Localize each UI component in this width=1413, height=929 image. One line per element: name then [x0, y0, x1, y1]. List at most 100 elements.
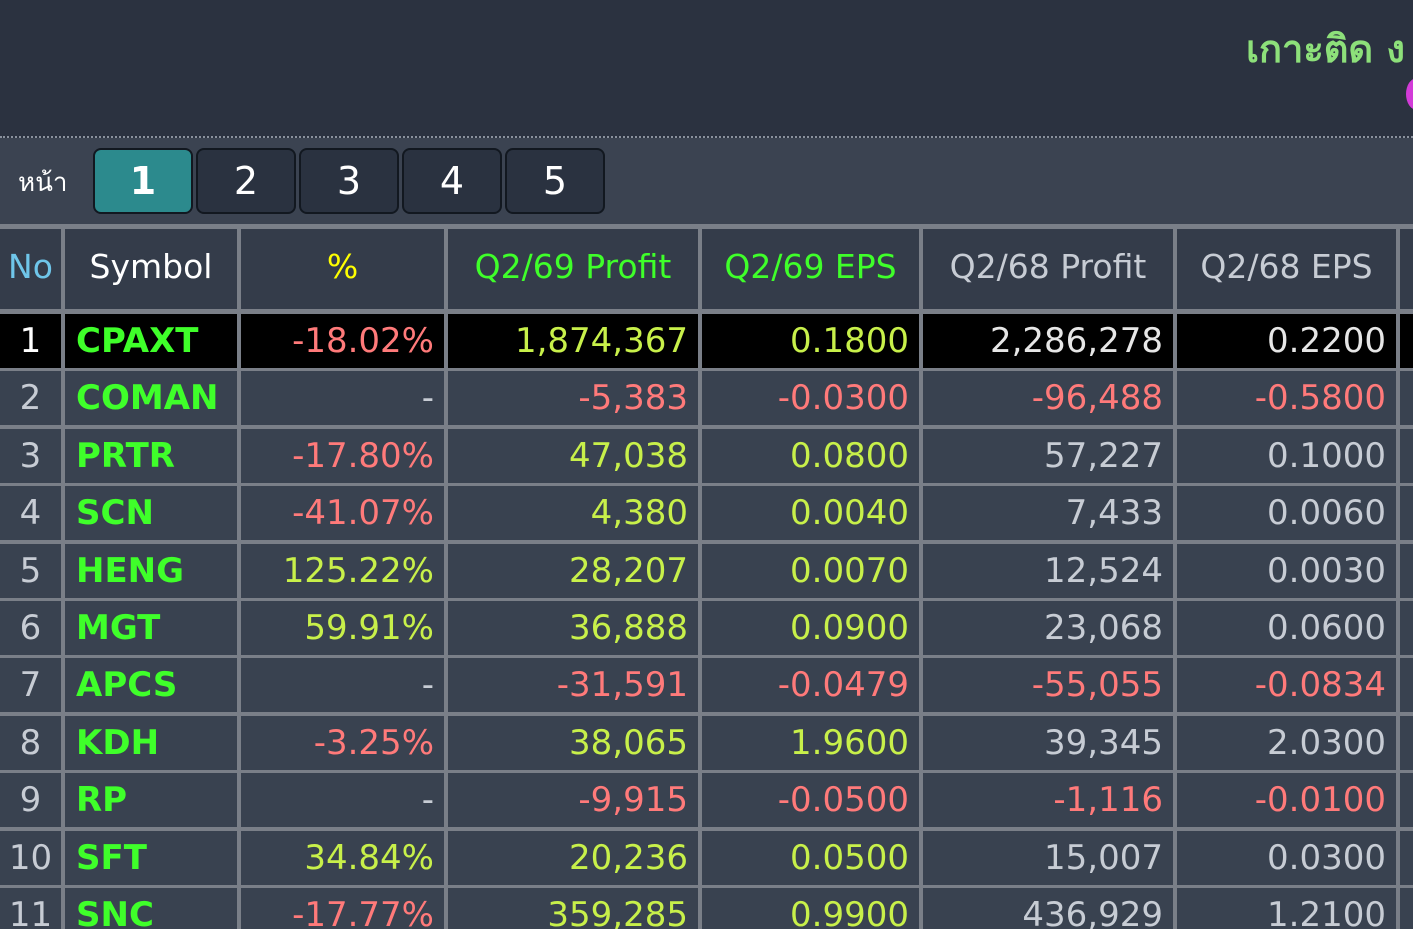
header-q268-profit[interactable]: Q2/68 Profit — [923, 229, 1173, 309]
cell-q268-profit: -55,055 — [923, 658, 1173, 713]
page: เกาะติด ง หน้า 1 2 3 4 5 No Symbol% Q2/69 … — [0, 0, 1413, 929]
cell-percent: -41.07% — [241, 486, 444, 541]
cell-q268-eps: 1.2100 — [1177, 888, 1396, 929]
cell-symbol[interactable]: HENG — [65, 543, 237, 598]
cell-no: 6 — [0, 601, 61, 655]
cell-symbol[interactable]: SNC — [65, 888, 237, 929]
cell-no: 7 — [0, 658, 61, 713]
cell-q268-profit: 2,286,278 — [923, 314, 1173, 368]
cell-q268-profit: 57,227 — [923, 428, 1173, 483]
cell-q269-eps: 0.0900 — [702, 601, 919, 655]
cell-symbol[interactable]: PRTR — [65, 428, 237, 483]
cell-percent: - — [241, 773, 444, 828]
top-bar: เกาะติด ง — [0, 0, 1413, 136]
earnings-table: No Symbol% Q2/69 Profit Q2/69 EPS Q2/68 Prof… — [0, 224, 1413, 929]
cell-q268-profit: 12,524 — [923, 543, 1173, 598]
cell-symbol[interactable]: MGT — [65, 601, 237, 655]
cell-percent: -17.80% — [241, 428, 444, 483]
cell-q268-eps: 0.0060 — [1177, 486, 1396, 541]
cell-overflow — [1400, 486, 1413, 541]
cell-percent: - — [241, 658, 444, 713]
cell-no: 1 — [0, 314, 61, 368]
cell-q269-eps: 0.0040 — [702, 486, 919, 541]
cell-q269-profit: 36,888 — [448, 601, 698, 655]
cell-q268-eps: -0.0100 — [1177, 773, 1396, 828]
cell-q268-profit: 436,929 — [923, 888, 1173, 929]
cell-symbol[interactable]: KDH — [65, 715, 237, 770]
cell-overflow — [1400, 830, 1413, 885]
cell-overflow — [1400, 371, 1413, 426]
cell-q268-eps: 2.0300 — [1177, 715, 1396, 770]
cell-overflow — [1400, 715, 1413, 770]
cell-symbol[interactable]: SCN — [65, 486, 237, 541]
cell-q269-eps: 0.0800 — [702, 428, 919, 483]
cell-overflow — [1400, 658, 1413, 713]
cell-q269-profit: 1,874,367 — [448, 314, 698, 368]
cell-q269-profit: -9,915 — [448, 773, 698, 828]
header-q268-eps[interactable]: Q2/68 EPS — [1177, 229, 1396, 309]
cell-overflow — [1400, 601, 1413, 655]
cell-percent: -17.77% — [241, 888, 444, 929]
cell-q269-eps: -0.0500 — [702, 773, 919, 828]
cell-no: 11 — [0, 888, 61, 929]
cell-q268-eps: 0.1000 — [1177, 428, 1396, 483]
cell-overflow — [1400, 428, 1413, 483]
cell-q268-profit: -1,116 — [923, 773, 1173, 828]
header-overflow — [1400, 229, 1413, 309]
cell-no: 8 — [0, 715, 61, 770]
pagination-label: หน้า — [18, 168, 68, 198]
cell-no: 3 — [0, 428, 61, 483]
cell-no: 9 — [0, 773, 61, 828]
pagination: หน้า 1 2 3 4 5 — [0, 138, 1413, 224]
cell-no: 2 — [0, 371, 61, 426]
cell-q268-eps: -0.5800 — [1177, 371, 1396, 426]
cell-percent: -3.25% — [241, 715, 444, 770]
cell-q269-eps: -0.0479 — [702, 658, 919, 713]
cell-q269-eps: 0.0070 — [702, 543, 919, 598]
cell-q268-eps: 0.0030 — [1177, 543, 1396, 598]
cell-q269-eps: 0.1800 — [702, 314, 919, 368]
cell-no: 5 — [0, 543, 61, 598]
cell-symbol[interactable]: CPAXT — [65, 314, 237, 368]
cell-percent: 34.84% — [241, 830, 444, 885]
status-dot-icon — [1406, 78, 1413, 110]
cell-symbol[interactable]: COMAN — [65, 371, 237, 426]
cell-q269-profit: 28,207 — [448, 543, 698, 598]
header-q269-eps[interactable]: Q2/69 EPS — [702, 229, 919, 309]
cell-q269-profit: 38,065 — [448, 715, 698, 770]
page-title: เกาะติด ง — [1246, 27, 1405, 71]
cell-q269-profit: 359,285 — [448, 888, 698, 929]
cell-symbol[interactable]: RP — [65, 773, 237, 828]
cell-q268-profit: 7,433 — [923, 486, 1173, 541]
page-button-4[interactable]: 4 — [402, 148, 502, 214]
cell-no: 4 — [0, 486, 61, 541]
cell-symbol[interactable]: SFT — [65, 830, 237, 885]
header-symbol[interactable]: Symbol — [65, 229, 237, 309]
page-button-2[interactable]: 2 — [196, 148, 296, 214]
cell-q269-eps: 0.9900 — [702, 888, 919, 929]
cell-q268-profit: 23,068 — [923, 601, 1173, 655]
page-button-5[interactable]: 5 — [505, 148, 605, 214]
cell-overflow — [1400, 543, 1413, 598]
cell-q269-profit: -5,383 — [448, 371, 698, 426]
cell-percent: 59.91% — [241, 601, 444, 655]
cell-overflow — [1400, 773, 1413, 828]
cell-q268-profit: 39,345 — [923, 715, 1173, 770]
cell-q269-profit: 20,236 — [448, 830, 698, 885]
cell-q268-eps: 0.2200 — [1177, 314, 1396, 368]
cell-q269-eps: 1.9600 — [702, 715, 919, 770]
page-button-3[interactable]: 3 — [299, 148, 399, 214]
cell-symbol[interactable]: APCS — [65, 658, 237, 713]
cell-q268-profit: 15,007 — [923, 830, 1173, 885]
cell-no: 10 — [0, 830, 61, 885]
cell-overflow — [1400, 888, 1413, 929]
header-q269-profit[interactable]: Q2/69 Profit — [448, 229, 698, 309]
header-percent[interactable]: % — [241, 229, 444, 309]
cell-q268-eps: 0.0600 — [1177, 601, 1396, 655]
cell-percent: -18.02% — [241, 314, 444, 368]
page-button-1[interactable]: 1 — [93, 148, 193, 214]
cell-q269-eps: -0.0300 — [702, 371, 919, 426]
header-no[interactable]: No — [0, 229, 61, 309]
cell-percent: 125.22% — [241, 543, 444, 598]
cell-q269-profit: 47,038 — [448, 428, 698, 483]
